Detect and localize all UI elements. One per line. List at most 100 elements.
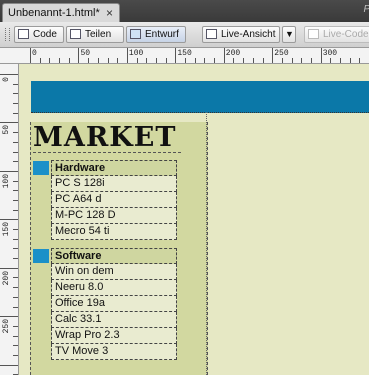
- ruler-label: 200: [225, 49, 241, 58]
- ruler-tick: [146, 58, 148, 63]
- close-tab-icon[interactable]: ×: [106, 6, 113, 20]
- ruler-tick: [0, 170, 18, 172]
- ruler-tick: [13, 296, 18, 298]
- ruler-tick: [59, 58, 61, 63]
- ruler-tick: [13, 151, 18, 153]
- nav-item[interactable]: PC S 128i: [51, 176, 177, 192]
- ruler-tick: [13, 103, 18, 105]
- ruler-tick: [155, 58, 157, 63]
- ruler-tick: [204, 58, 206, 63]
- ruler-tick: [126, 48, 128, 63]
- live-view-label: Live-Ansicht: [221, 29, 276, 40]
- ruler-tick: [13, 238, 18, 240]
- ruler-tick: [311, 58, 312, 63]
- vertical-ruler[interactable]: 0 50 100 150 200 250: [0, 64, 19, 375]
- nav-section-heading[interactable]: Software: [51, 248, 177, 264]
- nav-item[interactable]: Win on dem: [51, 264, 177, 280]
- page-logo[interactable]: MARKET: [33, 122, 181, 153]
- ruler-label: 100: [128, 49, 144, 58]
- ruler-label: 150: [177, 49, 192, 58]
- code-view-button[interactable]: Code: [14, 26, 64, 43]
- ruler-tick: [0, 267, 18, 269]
- nav-item[interactable]: M-PC 128 D: [51, 208, 177, 224]
- ruler-label: 50: [2, 125, 11, 136]
- section-bullet-icon: [33, 249, 49, 263]
- ruler-tick: [13, 161, 18, 163]
- ruler-tick: [97, 58, 99, 63]
- nav-section-heading[interactable]: Hardware: [51, 160, 177, 176]
- nav-item[interactable]: TV Move 3: [51, 344, 177, 360]
- live-code-label: Live-Code: [323, 29, 369, 40]
- ruler-tick: [175, 48, 177, 63]
- ruler-tick: [194, 58, 196, 63]
- nav-item[interactable]: PC A64 d: [51, 192, 177, 208]
- sidebar-nav: Hardware PC S 128i PC A64 d M-PC 128 D Mecro…: [33, 160, 179, 360]
- ruler-tick: [136, 58, 138, 63]
- nav-item[interactable]: Mecro 54 ti: [51, 224, 177, 240]
- ruler-tick: [0, 122, 18, 124]
- document-tab[interactable]: Unbenannt-1.html* ×: [2, 3, 120, 22]
- live-view-icon: [206, 29, 217, 39]
- ruler-tick: [30, 48, 31, 63]
- ruler-tick: [13, 209, 18, 211]
- live-view-dropdown[interactable]: ▼: [282, 26, 296, 43]
- layout-guide: [206, 112, 208, 375]
- ruler-tick: [214, 58, 216, 63]
- ruler-tick: [13, 141, 18, 143]
- design-icon: [130, 29, 141, 39]
- chevron-down-icon: ▼: [285, 29, 294, 39]
- ruler-label: 0: [2, 77, 11, 82]
- live-code-button[interactable]: Live-Code: [304, 26, 369, 43]
- ruler-label: 50: [80, 49, 91, 58]
- code-view-label: Code: [33, 29, 57, 40]
- ruler-tick: [13, 180, 18, 182]
- split-icon: [70, 29, 81, 39]
- ruler-tick: [13, 258, 18, 260]
- design-canvas[interactable]: MARKET Hardware PC S 128i PC A64 d M-PC 128…: [19, 64, 369, 375]
- ruler-tick: [340, 58, 342, 63]
- ruler-tick: [281, 58, 283, 63]
- ruler-tick: [13, 248, 18, 250]
- ruler-tick: [13, 190, 18, 192]
- ruler-tick: [243, 58, 245, 63]
- toolbar-grip-icon[interactable]: [5, 28, 10, 41]
- design-view-label: Entwurf: [145, 29, 179, 40]
- ruler-label: 150: [2, 222, 11, 237]
- ruler-tick: [349, 58, 351, 63]
- ruler-label: 100: [2, 173, 11, 189]
- split-view-button[interactable]: Teilen: [66, 26, 124, 43]
- nav-item[interactable]: Calc 33.1: [51, 312, 177, 328]
- ruler-tick: [13, 83, 18, 85]
- ruler-tick: [13, 277, 18, 279]
- nav-item[interactable]: Neeru 8.0: [51, 280, 177, 296]
- ruler-label: 250: [274, 49, 289, 58]
- nav-section[interactable]: Hardware: [33, 160, 179, 176]
- live-view-button[interactable]: Live-Ansicht: [202, 26, 280, 43]
- code-icon: [18, 29, 29, 39]
- nav-item[interactable]: Office 19a: [51, 296, 177, 312]
- header-banner[interactable]: [31, 81, 369, 113]
- ruler-tick: [13, 287, 18, 289]
- document-tab-bar: Unbenannt-1.html* × Pf: [0, 0, 369, 22]
- ruler-tick: [13, 335, 18, 337]
- nav-item[interactable]: Wrap Pro 2.3: [51, 328, 177, 344]
- ruler-tick: [330, 58, 332, 63]
- nav-section[interactable]: Software: [33, 248, 179, 264]
- ruler-tick: [39, 58, 41, 63]
- ruler-label: 250: [2, 319, 11, 334]
- ruler-tick: [13, 112, 18, 114]
- tab-bar-path-fragment: Pf: [364, 4, 369, 15]
- horizontal-ruler[interactable]: 0 50 100 150 200 250 300: [0, 48, 369, 64]
- ruler-tick: [0, 219, 18, 221]
- ruler-label: 200: [2, 270, 11, 286]
- ruler-tick: [88, 58, 90, 63]
- document-tab-title: Unbenannt-1.html*: [8, 7, 100, 19]
- design-view-button[interactable]: Entwurf: [126, 26, 186, 43]
- ruler-tick: [13, 199, 18, 201]
- ruler-tick: [165, 58, 167, 63]
- ruler-label: 0: [32, 49, 37, 58]
- ruler-tick: [13, 132, 18, 134]
- ruler-tick: [359, 58, 361, 63]
- ruler-tick: [0, 74, 18, 75]
- ruler-tick: [0, 364, 18, 366]
